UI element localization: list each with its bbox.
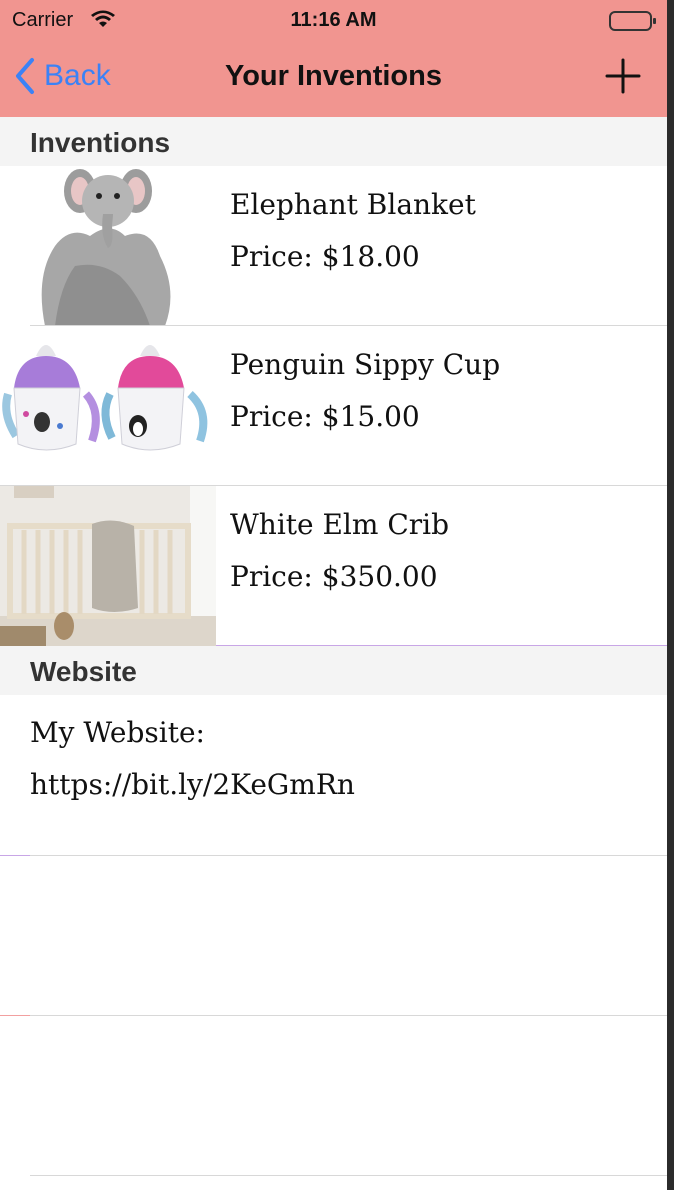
elephant-blanket-image: [0, 166, 216, 326]
website-label: My Website:: [30, 716, 205, 749]
row-divider: [30, 1175, 667, 1176]
invention-name: Elephant Blanket: [230, 188, 476, 221]
battery-icon: [609, 11, 657, 36]
website-section-header: Website: [0, 646, 667, 695]
invention-price: Price: $18.00: [230, 240, 420, 273]
invention-name: Penguin Sippy Cup: [230, 348, 501, 381]
window-edge: [667, 0, 674, 1190]
invention-price: Price: $15.00: [230, 400, 420, 433]
invention-row-elephant-blanket[interactable]: Elephant Blanket Price: $18.00: [0, 166, 667, 326]
navigation-bar: Back Your Inventions: [0, 40, 667, 117]
row-divider: [0, 855, 667, 856]
inventions-section-header: Inventions: [0, 117, 667, 166]
row-divider-accent: [0, 1015, 30, 1016]
penguin-sippy-cup-image: [0, 326, 216, 486]
inventions-header-label: Inventions: [30, 127, 171, 158]
add-button[interactable]: [605, 58, 641, 99]
plus-icon: [605, 58, 641, 94]
row-divider: [0, 1015, 667, 1016]
row-divider-accent: [0, 855, 30, 856]
website-link[interactable]: https://bit.ly/2KeGmRn: [30, 768, 355, 801]
invention-name: White Elm Crib: [230, 508, 450, 541]
page-title: Your Inventions: [225, 60, 442, 92]
invention-row-white-elm-crib[interactable]: White Elm Crib Price: $350.00: [0, 486, 667, 646]
website-cell[interactable]: My Website: https://bit.ly/2KeGmRn: [0, 696, 667, 856]
invention-row-penguin-sippy-cup[interactable]: Penguin Sippy Cup Price: $15.00: [0, 326, 667, 486]
status-bar: Carrier 11:16 AM: [0, 0, 667, 40]
phone-screen: Carrier 11:16 AM Back Your Inventions In…: [0, 0, 667, 1190]
website-header-label: Website: [30, 656, 137, 687]
white-elm-crib-image: [0, 486, 216, 646]
status-time: 11:16 AM: [290, 9, 377, 31]
invention-price: Price: $350.00: [230, 560, 438, 593]
